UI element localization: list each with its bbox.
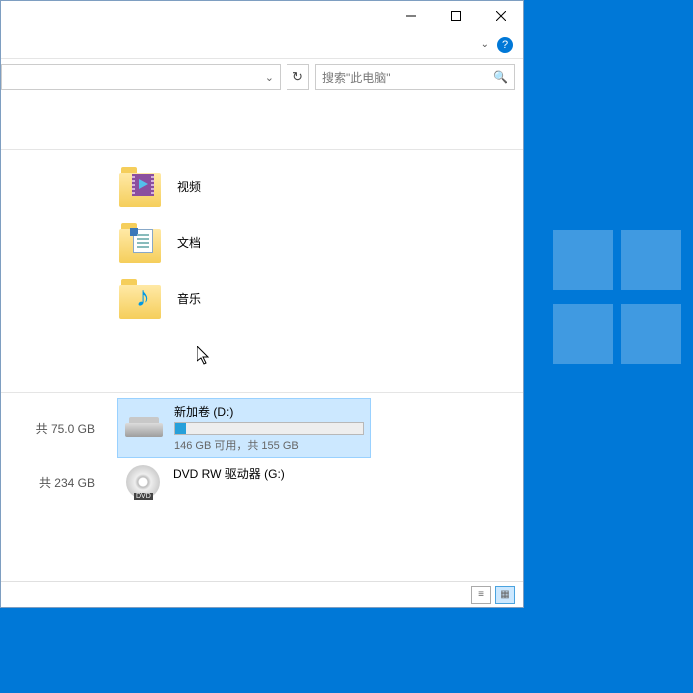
search-input[interactable]: 搜索"此电脑" 🔍 (315, 64, 515, 90)
drive-partial-left-2: 共 234 GB (1, 474, 103, 491)
minimize-button[interactable] (388, 1, 433, 31)
folder-label: 音乐 (177, 290, 201, 307)
maximize-button[interactable] (433, 1, 478, 31)
view-tiles-button[interactable]: ▦ (495, 586, 515, 604)
music-folder-icon: ♪ (119, 277, 161, 319)
folder-documents[interactable]: 文档 (119, 214, 523, 270)
content-pane: 视频 文档 ♪ 音乐 共 75.0 GB 新加卷 (D:) (1, 95, 523, 581)
folder-videos[interactable]: 视频 (119, 158, 523, 214)
hdd-icon (124, 403, 164, 437)
chevron-down-icon[interactable]: ⌄ (481, 39, 489, 50)
status-bar: ≡ ▦ (1, 581, 523, 607)
help-icon[interactable]: ? (497, 37, 513, 53)
drive-partial-left-1: 共 75.0 GB (1, 420, 103, 437)
view-details-button[interactable]: ≡ (471, 586, 491, 604)
documents-folder-icon (119, 221, 161, 263)
folder-music[interactable]: ♪ 音乐 (119, 270, 523, 326)
dvd-icon: DVD (123, 465, 163, 499)
refresh-button[interactable]: ↻ (287, 64, 309, 90)
close-button[interactable] (478, 1, 523, 31)
drive-subtext: 146 GB 可用，共 155 GB (174, 437, 364, 453)
search-icon: 🔍 (493, 70, 508, 84)
folder-label: 文档 (177, 234, 201, 251)
address-bar-row: ⌄ ↻ 搜索"此电脑" 🔍 (1, 59, 523, 95)
drive-g[interactable]: DVD DVD RW 驱动器 (G:) (117, 461, 365, 503)
drive-usage-bar (174, 422, 364, 435)
drive-d[interactable]: 新加卷 (D:) 146 GB 可用，共 155 GB (117, 398, 371, 458)
folder-label: 视频 (177, 178, 201, 195)
titlebar (1, 1, 523, 31)
address-bar[interactable]: ⌄ (1, 64, 281, 90)
videos-folder-icon (119, 165, 161, 207)
drive-name: DVD RW 驱动器 (G:) (173, 465, 359, 482)
file-explorer-window: ⌄ ? ⌄ ↻ 搜索"此电脑" 🔍 视频 文档 (0, 0, 524, 608)
search-placeholder: 搜索"此电脑" (322, 69, 391, 86)
ribbon-collapsed: ⌄ ? (1, 31, 523, 59)
drive-name: 新加卷 (D:) (174, 403, 364, 420)
windows-desktop-logo (553, 230, 693, 370)
address-dropdown-icon[interactable]: ⌄ (265, 71, 274, 84)
